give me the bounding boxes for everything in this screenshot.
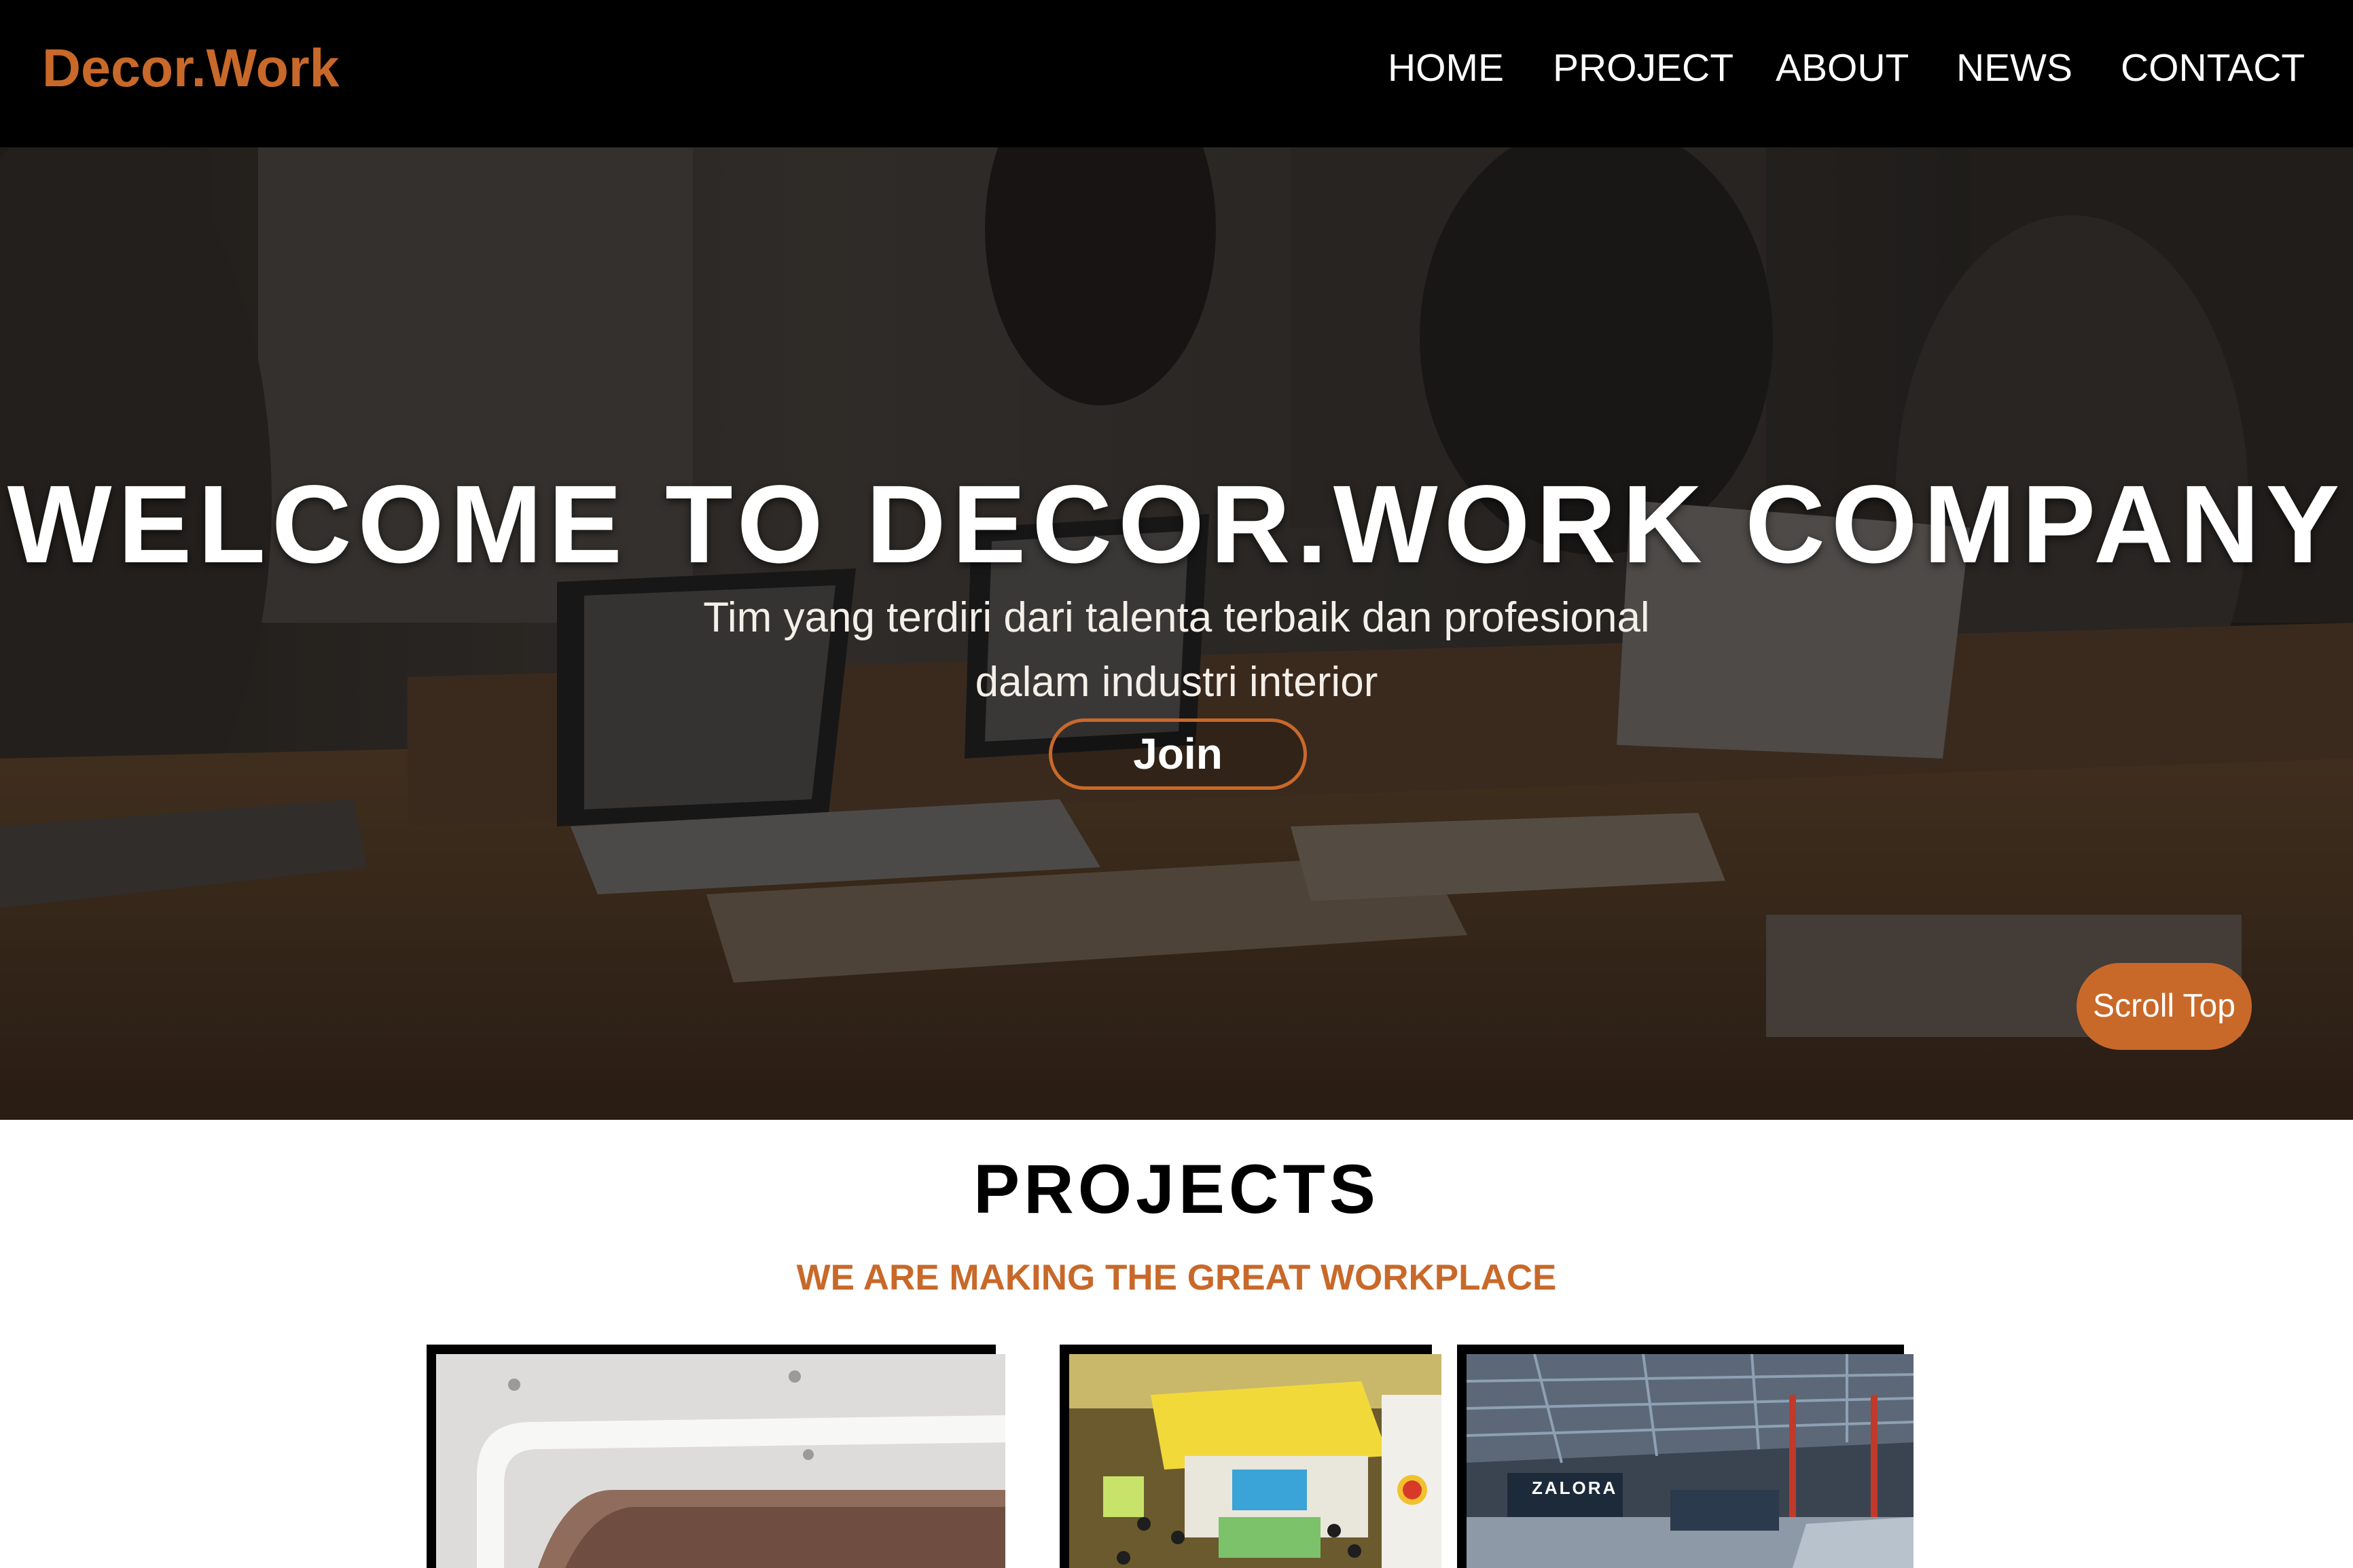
project-image	[436, 1354, 1005, 1568]
nav-contact[interactable]: CONTACT	[2121, 37, 2305, 98]
projects-subtitle: WE ARE MAKING THE GREAT WORKPLACE	[796, 1258, 1557, 1298]
project-card[interactable]	[1060, 1345, 1441, 1568]
nav-home[interactable]: HOME	[1388, 37, 1504, 98]
hero-title: WELCOME TO DECOR.WORK COMPANY	[7, 462, 2346, 586]
scroll-top-button[interactable]: Scroll Top	[2077, 963, 2252, 1050]
project-card[interactable]: ZALORA	[1457, 1345, 1914, 1568]
hero-subtitle-line1: Tim yang terdiri dari talenta terbaik da…	[703, 594, 1650, 641]
join-button[interactable]: Join	[1049, 718, 1307, 790]
nav-project[interactable]: PROJECT	[1553, 37, 1734, 98]
brand-logo[interactable]: Decor.Work	[42, 34, 340, 102]
project-image	[1069, 1354, 1441, 1568]
hero-subtitle-line2: dalam industri interior	[975, 659, 1378, 706]
projects-title: PROJECTS	[973, 1150, 1380, 1228]
zalora-sign: ZALORA	[1532, 1478, 1618, 1498]
nav-about[interactable]: ABOUT	[1776, 37, 1909, 98]
nav-news[interactable]: NEWS	[1956, 37, 2072, 98]
project-image	[1467, 1354, 1914, 1568]
hero-section: WELCOME TO DECOR.WORK COMPANY Tim yang t…	[0, 147, 2353, 1120]
navbar: Decor.Work HOME PROJECT ABOUT NEWS CONTA…	[0, 0, 2353, 147]
project-card[interactable]	[427, 1345, 1005, 1568]
